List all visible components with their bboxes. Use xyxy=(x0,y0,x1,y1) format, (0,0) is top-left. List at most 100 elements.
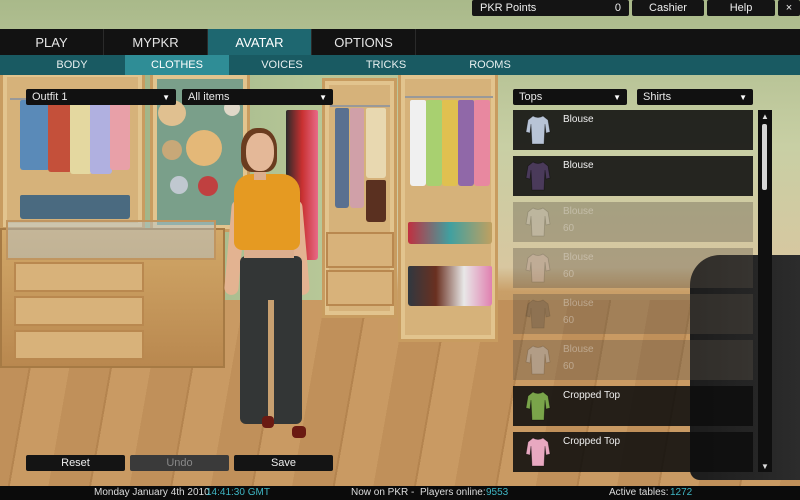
pkr-points-value: 0 xyxy=(614,2,621,14)
hanging-shirt xyxy=(410,100,426,186)
scroll-down-arrow-icon[interactable]: ▼ xyxy=(758,460,772,472)
shirt-icon xyxy=(525,160,551,192)
subtab-body[interactable]: BODY xyxy=(20,55,124,75)
cashier-button[interactable]: Cashier xyxy=(632,0,704,16)
items-filter-dropdown[interactable]: All items ▼ xyxy=(182,89,333,105)
active-tables-value: 1272 xyxy=(670,487,693,498)
main-nav: PLAY MYPKR AVATAR OPTIONS xyxy=(0,29,800,55)
top-bar: PKR Points 0 Cashier Help × xyxy=(472,0,800,17)
hanging-jeans xyxy=(335,108,349,208)
hanging-shirt xyxy=(20,100,50,170)
items-filter-value: All items xyxy=(188,91,230,103)
chevron-down-icon: ▼ xyxy=(319,92,327,102)
status-time: 14:41:30 GMT xyxy=(206,487,270,498)
list-item[interactable]: Blouse 60 xyxy=(513,340,753,380)
tab-mypkr[interactable]: MYPKR xyxy=(104,29,208,55)
item-name: Blouse xyxy=(563,344,594,355)
shirt-icon xyxy=(525,114,551,146)
list-item[interactable]: Blouse xyxy=(513,156,753,196)
item-price: 60 xyxy=(563,269,575,280)
close-icon[interactable]: × xyxy=(778,0,800,16)
shirt-icon xyxy=(525,344,551,376)
hanging-shirt xyxy=(48,100,72,172)
item-name: Blouse xyxy=(563,298,594,309)
hanging-shirt xyxy=(90,100,112,174)
sub-nav: BODY CLOTHES VOICES TRICKS ROOMS xyxy=(0,55,800,75)
hanging-shirt xyxy=(366,108,386,178)
clothing-item-list: Blouse Blouse Blouse 60 Blouse 60 Blouse 60 Blou… xyxy=(513,110,754,472)
hanging-shirt xyxy=(458,100,474,186)
item-name: Blouse xyxy=(563,114,594,125)
hanging-shirt xyxy=(474,100,490,186)
shirt-icon xyxy=(525,206,551,238)
drawer xyxy=(326,232,394,268)
shirt-icon xyxy=(525,390,551,422)
list-item[interactable]: Blouse xyxy=(513,110,753,150)
subtab-rooms[interactable]: ROOMS xyxy=(438,55,542,75)
folded-clothes xyxy=(20,195,130,219)
active-tables-label: Active tables: xyxy=(609,487,669,498)
item-name: Blouse xyxy=(563,252,594,263)
pkr-points: PKR Points 0 xyxy=(472,0,629,16)
list-item[interactable]: Blouse 60 xyxy=(513,294,753,334)
reset-button[interactable]: Reset xyxy=(26,455,125,471)
clothes-rack xyxy=(330,105,390,107)
item-name: Cropped Top xyxy=(563,390,621,401)
subcategory-value: Shirts xyxy=(643,91,672,103)
category-value: Tops xyxy=(519,91,543,103)
shoes-row xyxy=(408,222,492,244)
scroll-up-arrow-icon[interactable]: ▲ xyxy=(758,110,772,122)
scrollbar-thumb[interactable] xyxy=(762,124,767,190)
item-name: Cropped Top xyxy=(563,436,621,447)
display-glass xyxy=(6,220,216,260)
shirt-icon xyxy=(525,298,551,330)
shoes-row xyxy=(408,266,492,306)
players-online-value: 9553 xyxy=(486,487,509,498)
chevron-down-icon: ▼ xyxy=(613,92,621,102)
tab-avatar[interactable]: AVATAR xyxy=(208,29,312,55)
hanging-shirt xyxy=(110,100,130,170)
pkr-points-label: PKR Points xyxy=(480,2,537,14)
shirt-icon xyxy=(525,252,551,284)
hanging-shirt xyxy=(70,100,92,174)
drawer xyxy=(14,330,144,360)
help-button[interactable]: Help xyxy=(707,0,775,16)
outfit-dropdown-value: Outfit 1 xyxy=(32,91,68,103)
subtab-clothes[interactable]: CLOTHES xyxy=(125,55,229,75)
undo-button[interactable]: Undo xyxy=(130,455,229,471)
hat xyxy=(198,176,218,196)
item-price: 60 xyxy=(563,223,575,234)
list-item[interactable]: Blouse 60 xyxy=(513,248,753,288)
item-name: Blouse xyxy=(563,206,594,217)
drawer xyxy=(326,270,394,306)
hanging-shirt xyxy=(426,100,442,186)
list-item[interactable]: Cropped Top xyxy=(513,386,753,426)
boots xyxy=(366,180,386,222)
save-button[interactable]: Save xyxy=(234,455,333,471)
list-scrollbar[interactable]: ▲ ▼ xyxy=(758,110,772,472)
hat xyxy=(170,176,188,194)
shirt-icon xyxy=(525,436,551,468)
tab-options[interactable]: OPTIONS xyxy=(312,29,416,55)
subtab-tricks[interactable]: TRICKS xyxy=(334,55,438,75)
list-item[interactable]: Cropped Top xyxy=(513,432,753,472)
drawer xyxy=(14,262,144,292)
item-price: 60 xyxy=(563,361,575,372)
chevron-down-icon: ▼ xyxy=(162,92,170,102)
hanging-shirt xyxy=(442,100,458,186)
status-date: Monday January 4th 2010 xyxy=(94,487,210,498)
category-dropdown[interactable]: Tops ▼ xyxy=(513,89,627,105)
tab-play[interactable]: PLAY xyxy=(0,29,104,55)
hat xyxy=(162,140,182,160)
clothes-rack xyxy=(405,96,493,98)
subtab-voices[interactable]: VOICES xyxy=(230,55,334,75)
list-item[interactable]: Blouse 60 xyxy=(513,202,753,242)
hanging-pants xyxy=(350,108,364,208)
outfit-dropdown[interactable]: Outfit 1 ▼ xyxy=(26,89,176,105)
chevron-down-icon: ▼ xyxy=(739,92,747,102)
status-bar: Monday January 4th 2010 14:41:30 GMT Now… xyxy=(0,486,800,500)
status-now-on: Now on PKR - xyxy=(351,487,415,498)
subcategory-dropdown[interactable]: Shirts ▼ xyxy=(637,89,753,105)
drawer xyxy=(14,296,144,326)
item-price: 60 xyxy=(563,315,575,326)
